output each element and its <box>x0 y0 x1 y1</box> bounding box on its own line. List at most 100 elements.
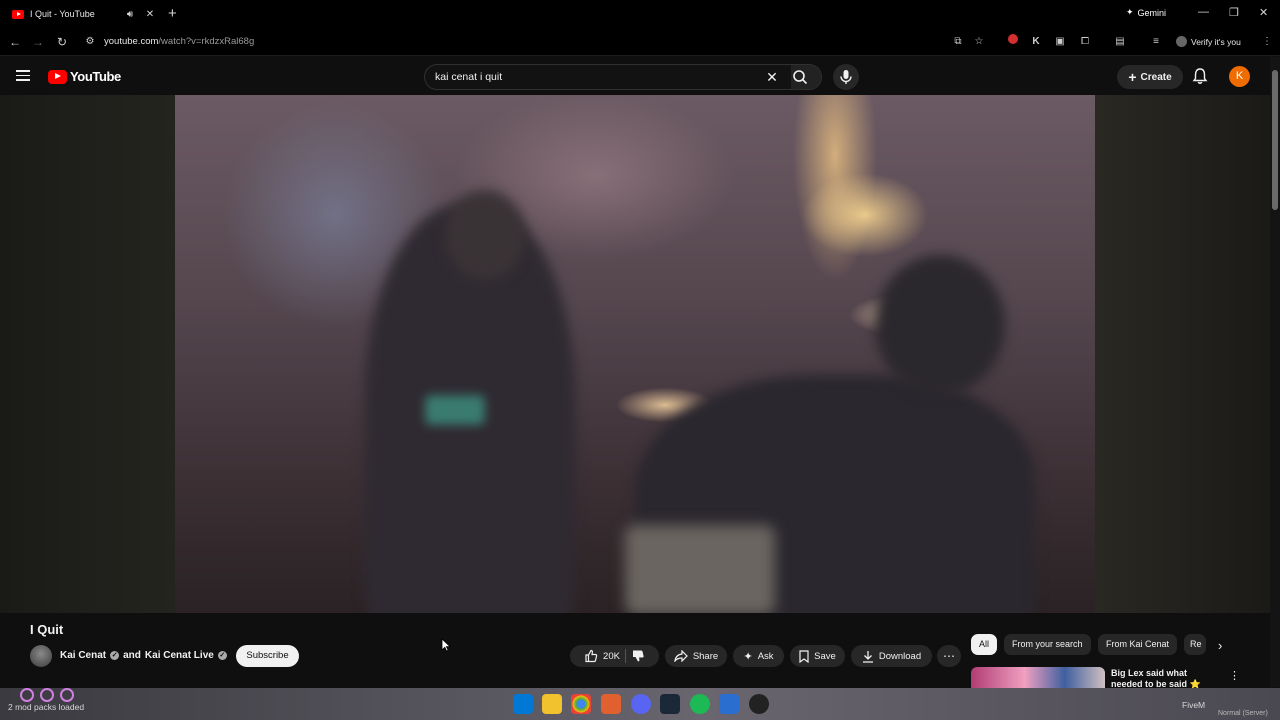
more-actions-icon[interactable]: ⋯ <box>937 645 961 667</box>
extension-box-icon[interactable]: ▣ <box>1052 34 1068 50</box>
restore-icon[interactable]: ❐ <box>1229 6 1239 19</box>
plus-icon: + <box>1128 69 1137 85</box>
channel-avatar[interactable] <box>30 645 52 667</box>
channel-secondary-link[interactable]: Kai Cenat Live <box>145 650 214 661</box>
chip-all[interactable]: All <box>971 634 998 655</box>
file-explorer-icon[interactable] <box>542 694 562 714</box>
app-blue-icon[interactable] <box>719 694 739 714</box>
youtube-logo[interactable]: YouTube <box>48 69 121 84</box>
chips-next-chevron-icon[interactable]: › <box>1218 638 1222 653</box>
share-button[interactable]: Share <box>665 645 727 667</box>
logo-text: YouTube <box>70 69 121 84</box>
scrollbar-thumb[interactable] <box>1272 70 1278 210</box>
hamburger-menu-icon[interactable] <box>16 70 30 81</box>
minimize-icon[interactable]: — <box>1198 6 1209 18</box>
address-bar[interactable]: youtube.com/watch?v=rkdzxRal68g <box>104 36 254 47</box>
create-button[interactable]: + Create <box>1117 65 1183 89</box>
save-label: Save <box>814 650 836 662</box>
close-window-icon[interactable]: ✕ <box>1259 6 1268 19</box>
browser-tab[interactable]: I Quit - YouTube 🔊︎ ✕ <box>6 3 163 25</box>
fivem-extra-label: Normal (Server) <box>1218 710 1268 717</box>
channel-connector: and <box>123 650 141 661</box>
chrome-icon[interactable] <box>571 694 591 714</box>
site-info-icon[interactable]: ⚙︎ <box>82 34 98 50</box>
spotify-icon[interactable] <box>690 694 710 714</box>
video-figure-left-head <box>445 190 525 280</box>
forward-icon[interactable]: → <box>30 34 46 50</box>
chip-truncated[interactable]: Re <box>1184 634 1206 655</box>
account-avatar[interactable]: K <box>1229 66 1250 87</box>
create-label: Create <box>1140 71 1172 83</box>
app-dark-icon[interactable] <box>749 694 769 714</box>
bookmark-star-icon[interactable]: ☆ <box>971 34 987 50</box>
steam-icon[interactable] <box>660 694 680 714</box>
gemini-button[interactable]: ✦ Gemini <box>1126 7 1166 18</box>
channel-primary-link[interactable]: Kai Cenat <box>60 650 106 661</box>
save-button[interactable]: Save <box>790 645 845 667</box>
microphone-icon <box>840 70 852 84</box>
like-dislike-group: 20K <box>570 645 659 667</box>
like-count: 20K <box>603 650 620 662</box>
download-button[interactable]: Download <box>851 645 932 667</box>
extensions-puzzle-icon[interactable]: ⧠ <box>1077 34 1093 50</box>
new-tab-icon[interactable]: + <box>168 5 177 22</box>
tab-title: I Quit - YouTube <box>30 9 95 19</box>
extension-red-icon[interactable] <box>1005 34 1021 50</box>
share-arrow-icon <box>674 650 688 662</box>
address-toolbar: ← → ↻ ⚙︎ youtube.com/watch?v=rkdzxRal68g… <box>0 28 1280 56</box>
url-domain: youtube.com <box>104 36 159 47</box>
voice-search-button[interactable] <box>833 64 859 90</box>
recommendation-menu-icon[interactable]: ⋮ <box>1229 669 1240 682</box>
profile-button[interactable]: Verify it's you <box>1176 36 1241 47</box>
back-icon[interactable]: ← <box>7 34 23 50</box>
sparkle-icon: ✦ <box>743 650 753 663</box>
cast-icon[interactable]: ⧉ <box>950 34 966 50</box>
video-player[interactable] <box>175 95 1095 613</box>
notifications-bell-icon[interactable] <box>1192 67 1208 85</box>
youtube-header: YouTube kai cenat i quit ✕ + Create K <box>0 57 1270 95</box>
search-input[interactable]: kai cenat i quit <box>435 71 502 83</box>
tab-search-icon[interactable]: ≡ <box>1148 34 1164 50</box>
video-figure-right-head <box>875 255 1005 395</box>
fivem-label[interactable]: FiveM <box>1182 700 1205 710</box>
download-icon <box>862 650 873 663</box>
clear-search-icon[interactable]: ✕ <box>763 68 781 86</box>
recommendation-title[interactable]: Big Lex said what needed to be said ⭐ Tr… <box>1111 668 1221 688</box>
subscribe-button[interactable]: Subscribe <box>236 645 299 667</box>
video-jacket-patch <box>625 525 775 613</box>
widget-ring-icon <box>60 688 74 702</box>
player-backdrop-left <box>0 95 175 613</box>
url-path: /watch?v=rkdzxRal68g <box>158 36 255 47</box>
close-tab-icon[interactable]: ✕ <box>143 9 157 20</box>
ask-label: Ask <box>757 650 774 662</box>
pill-divider <box>624 649 626 663</box>
ask-button[interactable]: ✦ Ask <box>733 645 784 667</box>
discord-icon[interactable] <box>631 694 651 714</box>
browser-menu-icon[interactable]: ⋮ <box>1259 34 1275 50</box>
channel-names: Kai Cenat ✓ and Kai Cenat Live ✓ <box>60 650 227 661</box>
reload-icon[interactable]: ↻ <box>54 34 70 50</box>
browser-tab-strip: I Quit - YouTube 🔊︎ ✕ + ✦ Gemini — ❐ ✕ <box>0 0 1280 28</box>
speaker-icon[interactable]: 🔊︎ <box>123 9 137 20</box>
youtube-favicon-icon <box>12 9 24 19</box>
youtube-play-icon <box>48 69 67 84</box>
widget-ring-icon <box>40 688 54 702</box>
extension-k-icon[interactable]: K <box>1028 34 1044 50</box>
video-title: I Quit <box>30 622 64 637</box>
thumbs-down-icon[interactable] <box>631 649 645 663</box>
reading-mode-icon[interactable]: ▤ <box>1112 34 1128 50</box>
chip-from-your-search[interactable]: From your search <box>1004 634 1091 655</box>
verified-badge-icon: ✓ <box>110 651 120 660</box>
like-button[interactable]: 20K <box>584 649 620 663</box>
download-label: Download <box>878 650 922 662</box>
search-button[interactable] <box>791 65 821 89</box>
profile-label: Verify it's you <box>1191 36 1241 47</box>
chip-from-kai-cenat[interactable]: From Kai Cenat <box>1098 634 1178 655</box>
start-windows-icon[interactable] <box>513 694 533 714</box>
verified-badge-icon: ✓ <box>217 651 227 660</box>
sparkle-icon: ✦ <box>1126 7 1134 17</box>
mouse-cursor-icon <box>441 638 451 652</box>
recommendation-thumbnail[interactable] <box>971 667 1105 689</box>
app-orange-icon[interactable] <box>601 694 621 714</box>
search-icon <box>793 70 808 85</box>
